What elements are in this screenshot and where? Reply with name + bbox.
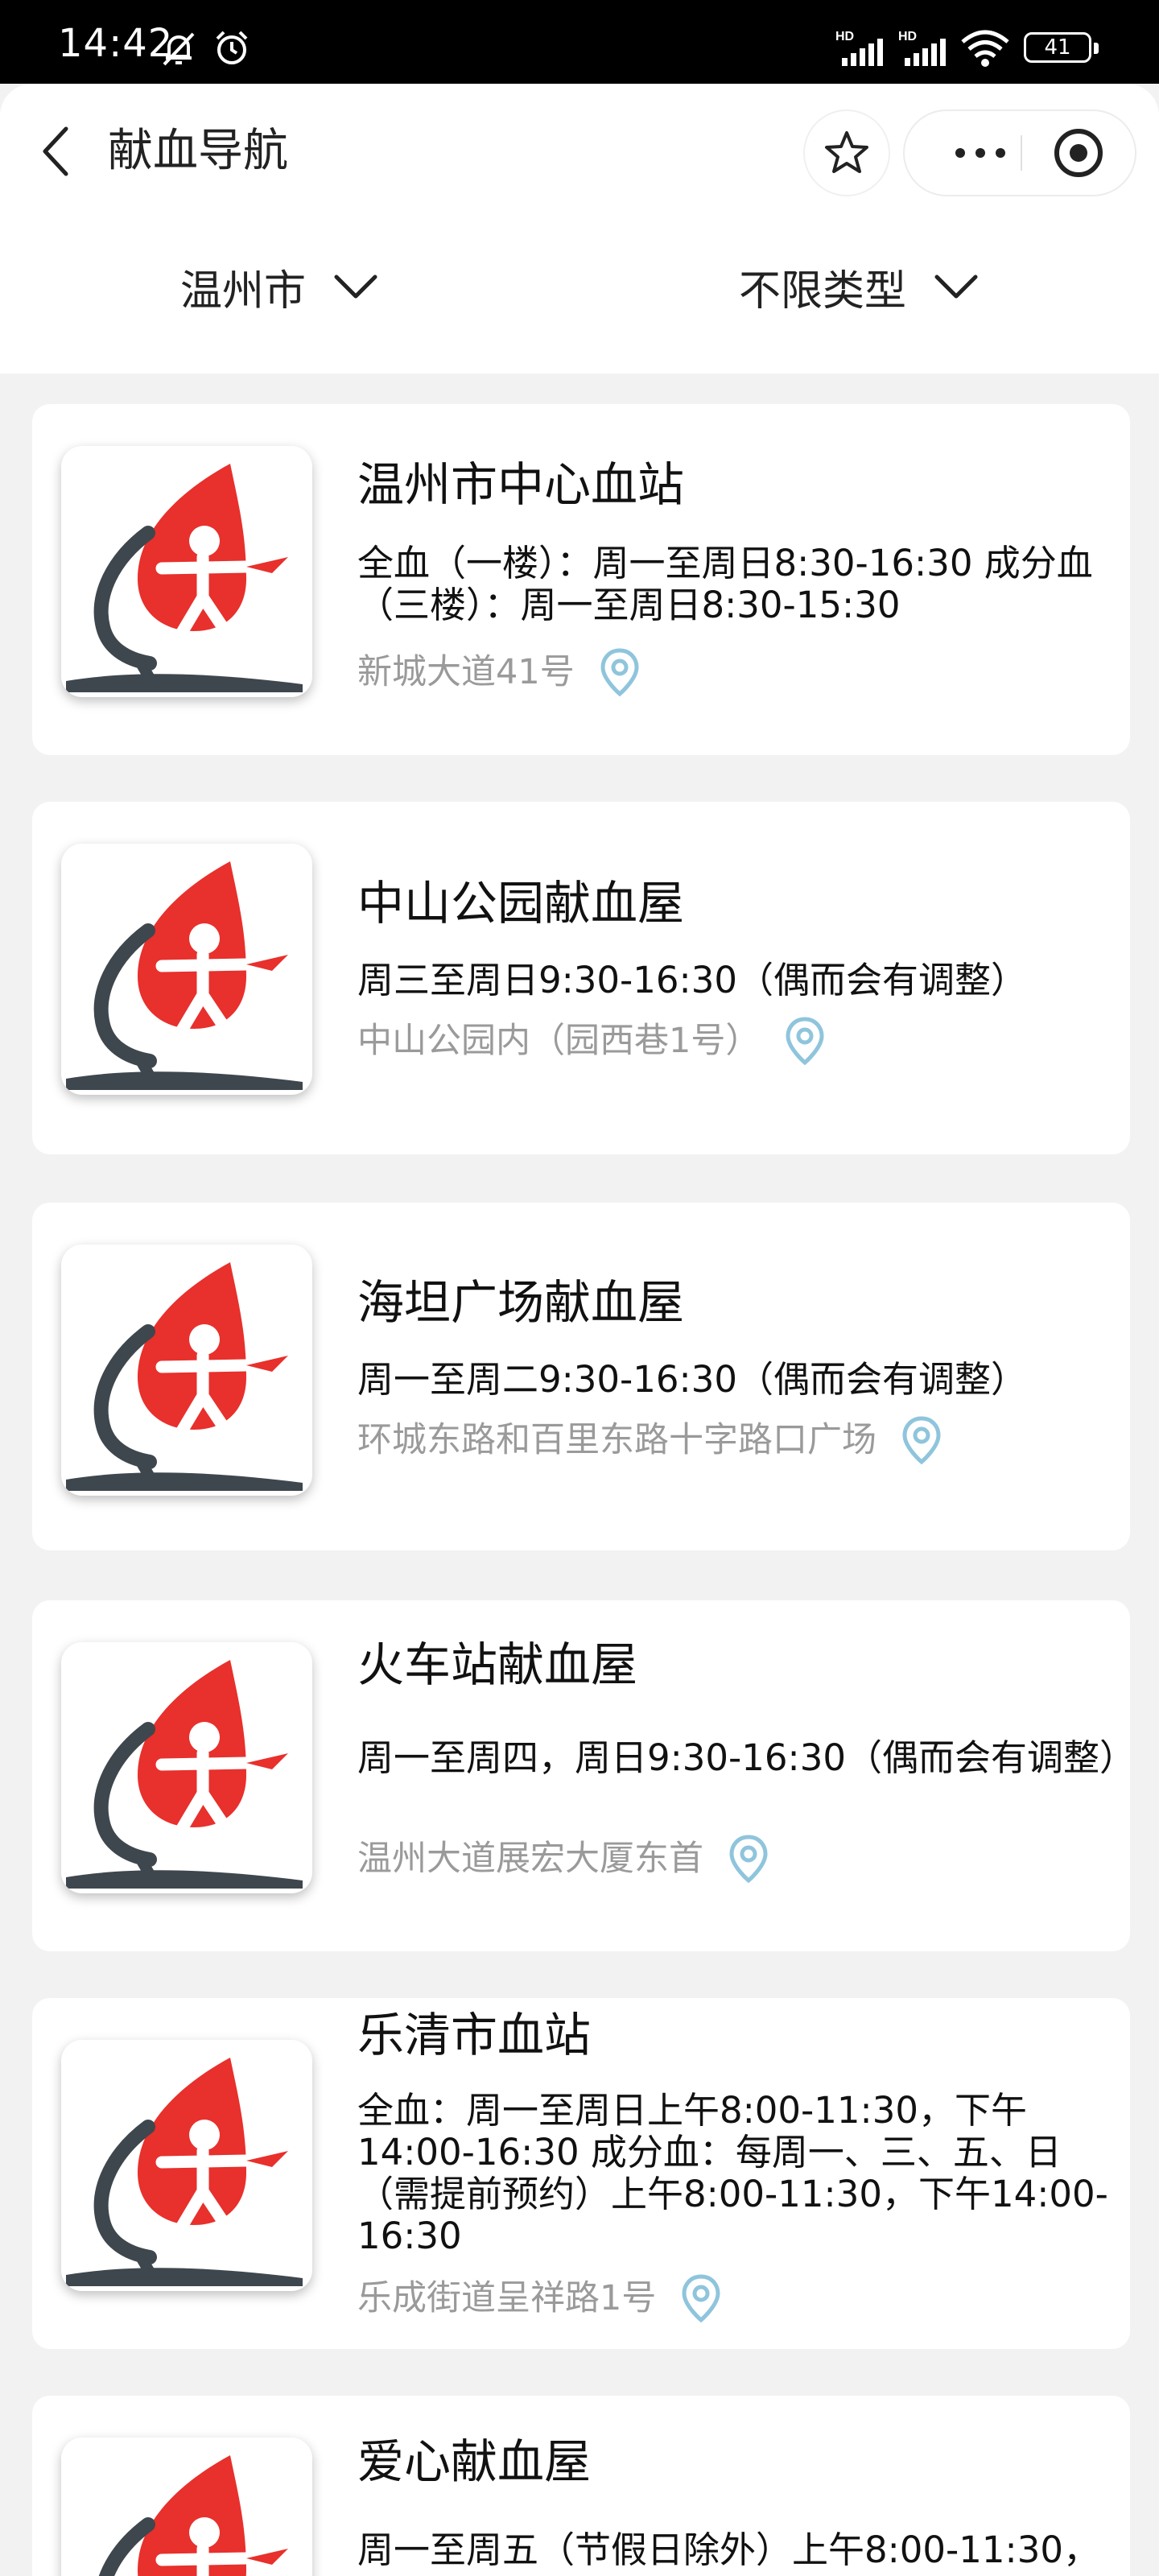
station-card[interactable]: 中山公园献血屋 周三至周日9:30-16:30（偶而会有调整） 中山公园内（园西… [32,802,1130,1154]
star-icon [825,131,868,173]
station-address-row[interactable]: 新城大道41号 [357,647,641,697]
station-address-row[interactable]: 乐成街道呈祥路1号 [357,2273,722,2323]
location-pin-icon [902,1416,941,1465]
station-address: 温州大道展宏大厦东首 [357,1839,703,1879]
station-name: 海坦广场献血屋 [357,1275,685,1330]
station-card[interactable]: 温州市中心血站 全血（一楼）：周一至周日8:30-16:30 成分血（三楼）：周… [32,404,1130,755]
city-filter-label: 温州市 [180,266,307,316]
mini-program-capsule [905,111,1135,195]
station-hours: 周三至周日9:30-16:30（偶而会有调整） [357,959,1027,1001]
status-bar: 14:42 HD HD 41 [0,0,1159,84]
back-button[interactable] [31,121,79,182]
alarm-icon [216,31,248,64]
bell-off-icon [163,32,195,66]
hd-signal-icon: HD [898,30,946,66]
location-pin-icon [729,1835,768,1884]
location-pin-icon [786,1017,824,1066]
blood-station-logo [61,1245,312,1496]
station-address: 环城东路和百里东路十字路口广场 [357,1420,876,1460]
station-card[interactable]: 爱心献血屋 周一至周五（节假日除外）上午8:00-11:30， [32,2396,1130,2576]
svg-text:HD: HD [898,30,917,43]
chevron-left-icon [43,126,68,176]
station-hours: 全血（一楼）：周一至周日8:30-16:30 成分血（三楼）：周一至周日8:30… [357,542,1093,626]
battery-icon: 41 [1024,32,1099,63]
status-time: 14:42 [58,21,174,66]
station-hours: 全血：周一至周日上午8:00-11:30，下午14:00-16:30 成分血：每… [357,2089,1108,2257]
station-hours: 周一至周五（节假日除外）上午8:00-11:30， [357,2529,1099,2571]
station-address: 中山公园内（园西巷1号） [357,1021,761,1061]
svg-text:HD: HD [835,30,854,43]
city-filter[interactable]: 温州市 [180,250,378,324]
station-name: 温州市中心血站 [357,457,685,512]
station-card[interactable]: 火车站献血屋 周一至周四，周日9:30-16:30（偶而会有调整） 温州大道展宏… [32,1600,1136,1951]
blood-station-logo [61,1642,312,1893]
station-name: 火车站献血屋 [357,1637,638,1692]
station-name: 乐清市血站 [357,2008,592,2062]
station-card[interactable]: 乐清市血站 全血：周一至周日上午8:00-11:30，下午14:00-16:30… [32,1998,1130,2349]
station-address-row[interactable]: 温州大道展宏大厦东首 [357,1834,769,1884]
station-card[interactable]: 海坦广场献血屋 周一至周二9:30-16:30（偶而会有调整） 环城东路和百里东… [32,1203,1130,1550]
wifi-icon [961,30,1009,67]
blood-station-logo [61,2040,312,2291]
chevron-down-icon [334,275,377,299]
target-icon [1054,129,1103,177]
chevron-down-icon [934,275,978,299]
station-name: 爱心献血屋 [357,2434,592,2489]
station-name: 中山公园献血屋 [357,876,685,931]
capsule-divider [1021,135,1022,171]
station-hours: 周一至周二9:30-16:30（偶而会有调整） [357,1358,1027,1401]
favorite-button[interactable] [805,111,889,195]
station-address-row[interactable]: 中山公园内（园西巷1号） [357,1016,826,1066]
blood-station-logo [61,2438,312,2576]
location-pin-icon [600,648,639,697]
type-filter-label: 不限类型 [739,266,907,316]
close-button[interactable] [1038,111,1119,195]
type-filter[interactable]: 不限类型 [739,250,979,324]
more-dots-icon [955,148,1005,158]
station-address: 新城大道41号 [357,652,575,692]
location-pin-icon [682,2274,720,2323]
page-title: 献血导航 [108,125,288,177]
blood-station-logo [61,844,312,1095]
station-hours: 周一至周四，周日9:30-16:30（偶而会有调整） [357,1736,1136,1779]
battery-level: 41 [1044,35,1071,60]
station-address: 乐成街道呈祥路1号 [357,2278,657,2318]
blood-station-logo [61,446,312,697]
station-address-row[interactable]: 环城东路和百里东路十字路口广场 [357,1415,942,1465]
more-button[interactable] [940,111,1021,195]
hd-signal-icon: HD [835,30,883,66]
